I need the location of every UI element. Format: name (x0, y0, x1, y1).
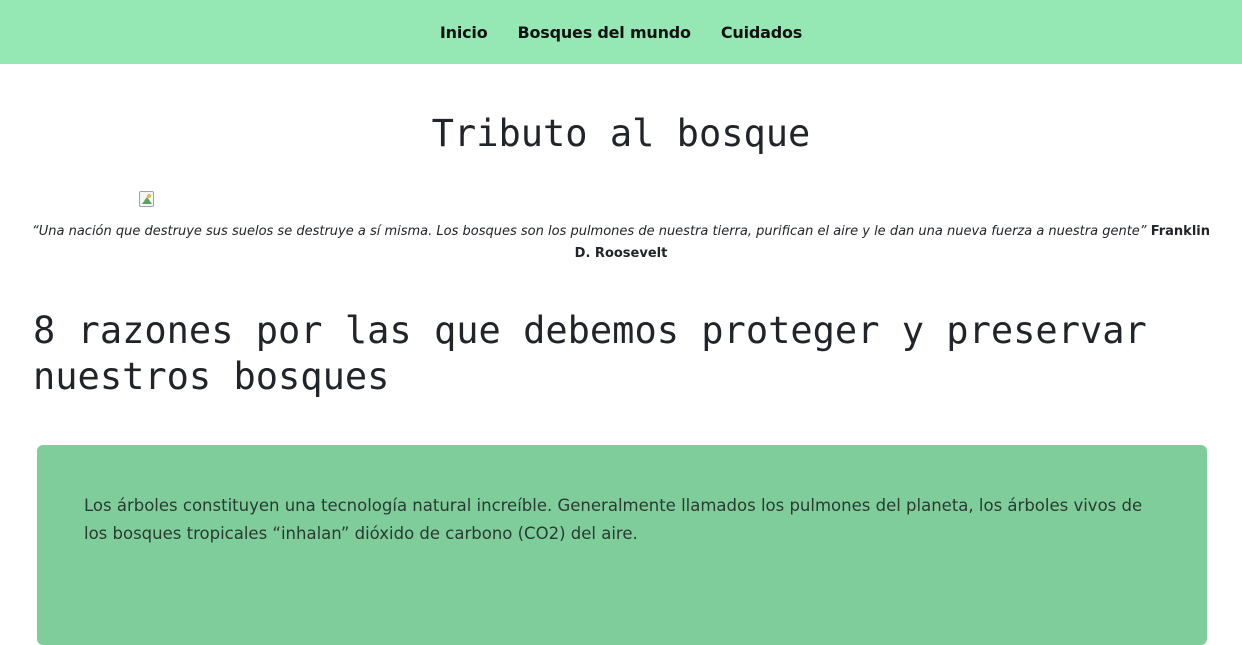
nav-link-inicio[interactable]: Inicio (440, 23, 488, 42)
reason-card: Los árboles constituyen una tecnología n… (37, 445, 1207, 645)
page-title: Tributo al bosque (431, 112, 811, 155)
section-heading: 8 razones por las que debemos proteger y… (33, 309, 1147, 398)
broken-image-icon (139, 191, 154, 207)
quote: “Una nación que destruye sus suelos se d… (30, 221, 1212, 265)
reason-text: Los árboles constituyen una tecnología n… (84, 496, 1143, 543)
quote-text: “Una nación que destruye sus suelos se d… (32, 224, 1147, 239)
nav-link-cuidados[interactable]: Cuidados (721, 23, 802, 42)
navbar: Inicio Bosques del mundo Cuidados (0, 0, 1242, 64)
nav-link-bosques-del-mundo[interactable]: Bosques del mundo (517, 23, 691, 42)
